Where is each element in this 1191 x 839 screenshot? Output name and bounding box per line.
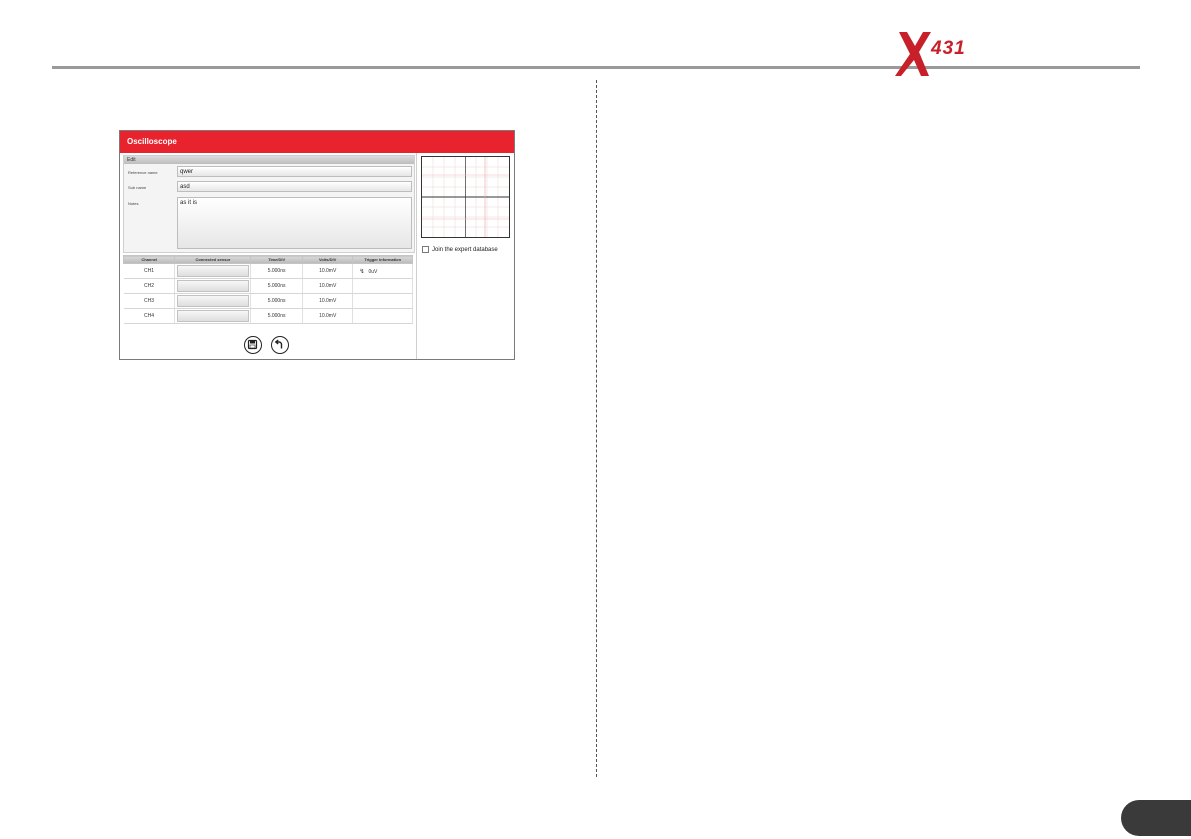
- sensor-cell: [174, 293, 252, 309]
- time-div-cell: 5.000ns: [250, 293, 303, 309]
- notes-textarea[interactable]: as it is: [177, 197, 412, 249]
- trigger-cell: [352, 308, 413, 324]
- trigger-cell: [352, 293, 413, 309]
- trigger-value: 0uV: [368, 268, 378, 275]
- table-row: CH1 5.000ns 10.0mV ↯ 0uV: [123, 263, 413, 279]
- sensor-select[interactable]: [176, 310, 249, 322]
- sensor-cell: [174, 308, 252, 324]
- edit-section: Edit Reference name qwer Sub name asd No…: [123, 155, 415, 253]
- sensor-select[interactable]: [176, 265, 249, 277]
- column-header: Time/DIV: [250, 255, 303, 264]
- sub-name-input[interactable]: asd: [177, 181, 412, 192]
- sensor-select[interactable]: [176, 280, 249, 292]
- window-title: Oscilloscope: [120, 131, 514, 153]
- channel-cell: CH2: [123, 278, 176, 294]
- trigger-cell: [352, 278, 413, 294]
- preview-pane: Join the expert database: [416, 153, 515, 359]
- sensor-select[interactable]: [176, 295, 249, 307]
- expert-database-label: Join the expert database: [432, 247, 498, 254]
- expert-database-option[interactable]: Join the expert database: [422, 246, 498, 253]
- table-header-row: Channel Connected sensor Time/DIV Volts/…: [122, 255, 413, 264]
- window-body: Edit Reference name qwer Sub name asd No…: [120, 153, 514, 359]
- back-arrow-icon: [274, 339, 283, 349]
- notes-label: Notes: [128, 201, 139, 206]
- sub-name-label: Sub name: [128, 185, 147, 190]
- edit-pane: Edit Reference name qwer Sub name asd No…: [122, 155, 415, 356]
- table-row: CH2 5.000ns 10.0mV: [123, 278, 413, 294]
- time-div-cell: 5.000ns: [250, 263, 303, 279]
- header-rule: [52, 66, 1140, 69]
- column-header: Channel: [122, 255, 176, 264]
- oscilloscope-window: Oscilloscope Edit Reference name qwer Su…: [119, 130, 515, 360]
- volts-div-cell: 10.0mV: [302, 308, 354, 324]
- reference-name-label: Reference name: [128, 170, 158, 175]
- trigger-cell: ↯ 0uV: [352, 263, 413, 279]
- back-button[interactable]: [271, 336, 289, 354]
- save-icon: [247, 339, 258, 350]
- column-divider: [596, 80, 597, 777]
- channel-cell: CH1: [123, 263, 176, 279]
- table-row: CH3 5.000ns 10.0mV: [123, 293, 413, 309]
- table-row: CH4 5.000ns 10.0mV: [123, 308, 413, 324]
- brand-logo-digits: 431: [931, 38, 966, 59]
- volts-div-cell: 10.0mV: [302, 293, 354, 309]
- time-div-cell: 5.000ns: [250, 308, 303, 324]
- volts-div-cell: 10.0mV: [302, 263, 354, 279]
- channel-cell: CH4: [123, 308, 176, 324]
- save-button[interactable]: [244, 336, 262, 354]
- channel-table: Channel Connected sensor Time/DIV Volts/…: [122, 255, 413, 324]
- trigger-edge-icon: ↯: [359, 268, 365, 275]
- time-div-cell: 5.000ns: [250, 278, 303, 294]
- volts-div-cell: 10.0mV: [302, 278, 354, 294]
- reference-name-input[interactable]: qwer: [177, 166, 412, 177]
- expert-database-checkbox[interactable]: [422, 246, 429, 253]
- sensor-cell: [174, 263, 252, 279]
- column-header: Volts/DIV: [301, 255, 354, 264]
- column-header: Connected sensor: [174, 255, 252, 264]
- channel-cell: CH3: [123, 293, 176, 309]
- sensor-cell: [174, 278, 252, 294]
- edit-header: Edit: [124, 156, 414, 164]
- page-number-tab: [1121, 800, 1191, 836]
- waveform-thumbnail: [421, 156, 510, 238]
- column-header: Trigger information: [352, 255, 413, 264]
